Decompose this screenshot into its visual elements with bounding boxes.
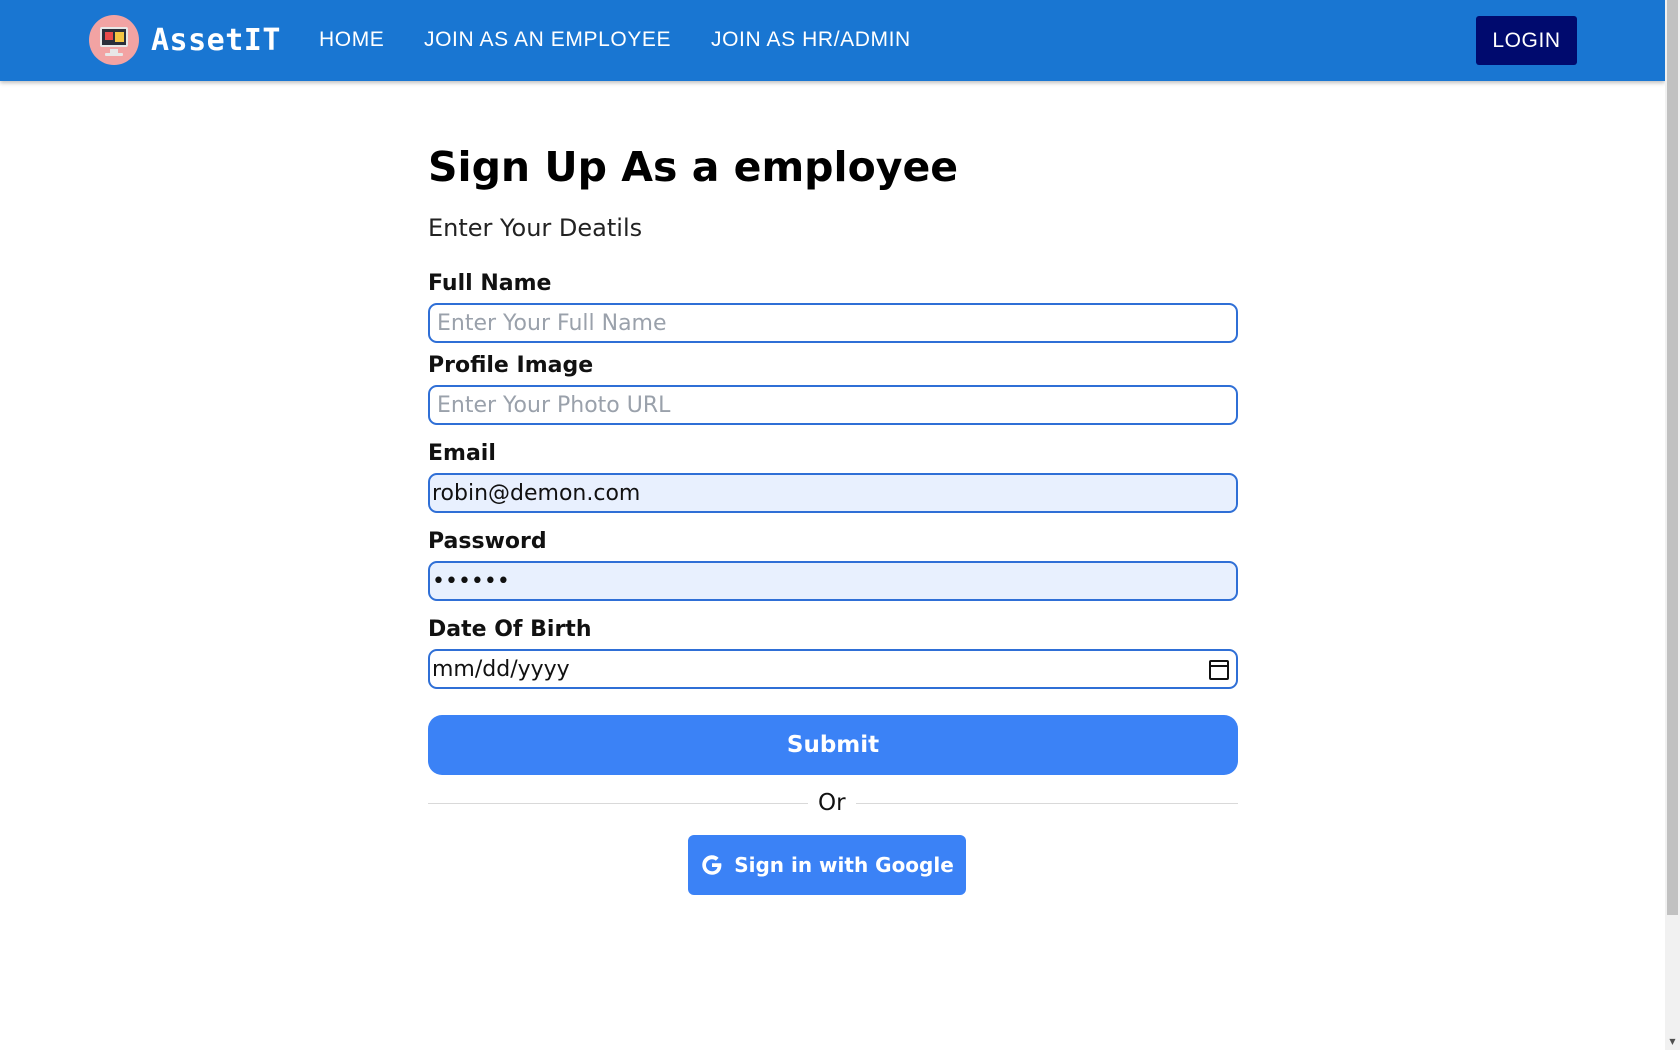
profile-image-input[interactable]	[428, 385, 1238, 425]
scrollbar-thumb[interactable]	[1667, 0, 1678, 915]
full-name-label: Full Name	[428, 271, 552, 296]
submit-button[interactable]: Submit	[428, 715, 1238, 775]
or-text: Or	[818, 790, 846, 816]
nav-join-hr-admin[interactable]: JOIN AS HR/ADMIN	[711, 28, 911, 52]
divider-left	[428, 803, 808, 804]
scroll-down-icon[interactable]: ▼	[1667, 1036, 1678, 1048]
nav-join-employee[interactable]: JOIN AS AN EMPLOYEE	[424, 28, 671, 52]
divider-right	[856, 803, 1238, 804]
password-input[interactable]	[428, 561, 1238, 601]
email-input[interactable]	[428, 473, 1238, 513]
page-subtitle: Enter Your Deatils	[428, 214, 643, 242]
google-icon	[702, 855, 722, 875]
email-label: Email	[428, 441, 496, 466]
brand-name[interactable]: AssetIT	[151, 23, 281, 58]
full-name-input[interactable]	[428, 303, 1238, 343]
profile-image-label: Profile Image	[428, 353, 594, 378]
dob-input[interactable]: mm/dd/yyyy	[428, 649, 1238, 689]
dob-value: mm/dd/yyyy	[432, 656, 570, 682]
nav-home[interactable]: HOME	[319, 28, 384, 52]
google-signin-button[interactable]: Sign in with Google	[688, 835, 966, 895]
password-label: Password	[428, 529, 547, 554]
page-title: Sign Up As a employee	[428, 143, 959, 191]
brand-logo-link[interactable]: AssetIT	[89, 15, 281, 65]
computer-monitor-icon	[89, 15, 139, 65]
dob-label: Date Of Birth	[428, 617, 592, 642]
navbar: AssetIT HOME JOIN AS AN EMPLOYEE JOIN AS…	[0, 0, 1665, 81]
login-button[interactable]: LOGIN	[1476, 16, 1577, 65]
google-signin-label: Sign in with Google	[734, 853, 954, 877]
calendar-icon[interactable]	[1209, 660, 1229, 680]
